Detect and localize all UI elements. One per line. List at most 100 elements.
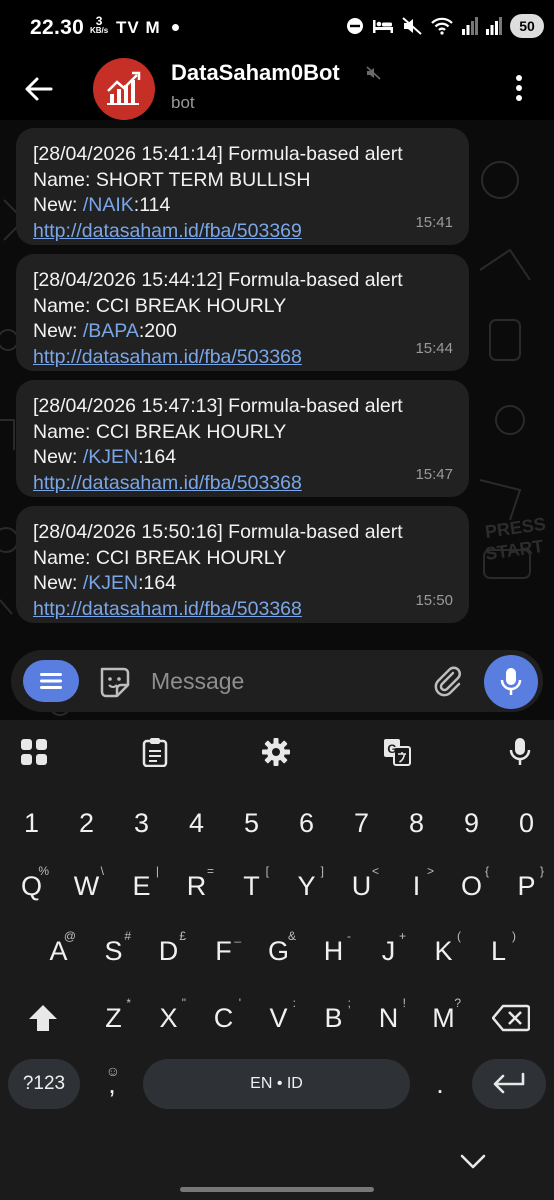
key-hint: * xyxy=(126,996,131,1010)
key-t[interactable]: T[ xyxy=(224,858,279,914)
key-o[interactable]: O{ xyxy=(444,858,499,914)
key-hint: + xyxy=(398,929,406,943)
bot-menu-button[interactable] xyxy=(23,660,79,702)
translate-button[interactable]: G xyxy=(381,736,413,768)
key-s[interactable]: S # xyxy=(86,923,141,979)
key-2[interactable]: 2 xyxy=(59,795,114,851)
apps-grid-button[interactable] xyxy=(18,736,50,768)
bot-avatar[interactable] xyxy=(93,58,155,120)
key-0[interactable]: 0 xyxy=(499,795,554,851)
period-key[interactable]: . xyxy=(418,1059,462,1109)
key-9[interactable]: 9 xyxy=(444,795,499,851)
key-c[interactable]: C ' xyxy=(196,990,251,1046)
message-bubble[interactable]: [28/04/2026 15:50:16] Formula-based aler… xyxy=(16,506,469,623)
key-z[interactable]: Z * xyxy=(86,990,141,1046)
more-options-button[interactable] xyxy=(504,70,534,106)
ticker-command-link[interactable]: /BAPA xyxy=(83,320,139,342)
key-hint: [ xyxy=(265,864,269,878)
ticker-command-link[interactable]: /NAIK xyxy=(83,194,134,216)
home-indicator[interactable] xyxy=(180,1187,374,1192)
enter-key[interactable] xyxy=(472,1059,546,1109)
key-q[interactable]: Q% xyxy=(4,858,59,914)
paperclip-icon[interactable] xyxy=(431,664,463,698)
key-w[interactable]: W \ xyxy=(59,858,114,914)
key-h[interactable]: H- xyxy=(306,923,361,979)
alert-url-link[interactable]: http://datasaham.id/fba/503369 xyxy=(33,220,302,242)
key-label: U xyxy=(351,870,372,901)
key-g[interactable]: G & xyxy=(251,923,306,979)
key-e[interactable]: E | xyxy=(114,858,169,914)
chat-title[interactable]: DataSaham0Bot xyxy=(171,60,340,86)
key-a[interactable]: A @ xyxy=(31,923,86,979)
key-7[interactable]: 7 xyxy=(334,795,389,851)
keyboard: G 1 2 3 4 5 6 7 8 9 0 Q% W \ E | R = T[ Y] … xyxy=(0,720,554,1200)
key-label: W xyxy=(73,870,100,901)
backspace-key[interactable] xyxy=(476,990,546,1046)
battery-indicator: 50 xyxy=(510,14,544,38)
translate-icon: G xyxy=(384,739,411,766)
voice-record-button[interactable] xyxy=(484,655,538,709)
key-u[interactable]: U < xyxy=(334,858,389,914)
key-1[interactable]: 1 xyxy=(4,795,59,851)
message-bubble[interactable]: [28/04/2026 15:44:12] Formula-based aler… xyxy=(16,254,469,371)
key-l[interactable]: L) xyxy=(471,923,526,979)
ticker-value: :164 xyxy=(138,446,177,468)
more-vertical-icon xyxy=(516,75,522,101)
chart-logo-icon xyxy=(107,71,141,105)
key-p[interactable]: P} xyxy=(499,858,554,914)
message-bubble[interactable]: [28/04/2026 15:41:14] Formula-based aler… xyxy=(16,128,469,245)
clipboard-button[interactable] xyxy=(139,736,171,768)
symbols-key[interactable]: ?123 xyxy=(8,1059,80,1109)
message-time: 15:44 xyxy=(415,339,453,357)
key-j[interactable]: J + xyxy=(361,923,416,979)
signal-2-icon xyxy=(486,17,502,35)
key-hint: ' xyxy=(238,996,241,1010)
key-x[interactable]: X " xyxy=(141,990,196,1046)
key-8[interactable]: 8 xyxy=(389,795,444,851)
key-m[interactable]: M? xyxy=(416,990,471,1046)
ticker-value: :114 xyxy=(133,194,171,216)
key-n[interactable]: N! xyxy=(361,990,416,1046)
key-i[interactable]: I > xyxy=(389,858,444,914)
chevron-down-icon[interactable] xyxy=(456,1150,490,1172)
key-f[interactable]: F _ xyxy=(196,923,251,979)
alert-url-link[interactable]: http://datasaham.id/fba/503368 xyxy=(33,346,302,368)
key-label: D xyxy=(158,935,179,966)
key-d[interactable]: D £ xyxy=(141,923,196,979)
clipboard-icon xyxy=(142,738,168,767)
bed-icon xyxy=(373,20,393,33)
menu-lines-icon xyxy=(40,673,62,689)
key-y[interactable]: Y] xyxy=(279,858,334,914)
new-prefix: New: xyxy=(33,446,83,468)
key-r[interactable]: R = xyxy=(169,858,224,914)
message-header: [28/04/2026 15:41:14] Formula-based aler… xyxy=(33,143,403,165)
message-bubble[interactable]: [28/04/2026 15:47:13] Formula-based aler… xyxy=(16,380,469,497)
message-new-line: New: /NAIK:114 xyxy=(33,193,453,219)
alert-url-link[interactable]: http://datasaham.id/fba/503368 xyxy=(33,598,302,620)
sticker-icon[interactable] xyxy=(97,665,133,699)
ticker-command-link[interactable]: /KJEN xyxy=(83,446,138,468)
comma-key[interactable]: , ☺ xyxy=(90,1059,134,1109)
letter-row-2: A @ S # D £ F _ G & H- J + K( L) xyxy=(0,923,554,979)
message-input[interactable] xyxy=(151,660,421,702)
shift-key[interactable] xyxy=(8,990,78,1046)
key-label: G xyxy=(267,935,289,966)
chat-area[interactable]: PRESS START [28/04/2026 15:41:14] Formul… xyxy=(0,120,554,720)
key-v[interactable]: V: xyxy=(251,990,306,1046)
key-k[interactable]: K( xyxy=(416,923,471,979)
alert-url-link[interactable]: http://datasaham.id/fba/503368 xyxy=(33,472,302,494)
key-hint: \ xyxy=(100,864,104,878)
message-alert-name: Name: SHORT TERM BULLISH xyxy=(33,168,311,191)
key-6[interactable]: 6 xyxy=(279,795,334,851)
key-5[interactable]: 5 xyxy=(224,795,279,851)
keyboard-settings-button[interactable] xyxy=(260,736,292,768)
voice-typing-button[interactable] xyxy=(504,736,536,768)
message-header: [28/04/2026 15:47:13] Formula-based aler… xyxy=(33,395,403,417)
back-button[interactable] xyxy=(22,72,56,106)
ticker-command-link[interactable]: /KJEN xyxy=(83,572,138,594)
space-key[interactable]: EN • ID xyxy=(143,1059,410,1109)
key-b[interactable]: B; xyxy=(306,990,361,1046)
key-3[interactable]: 3 xyxy=(114,795,169,851)
mute-icon xyxy=(402,17,422,35)
key-4[interactable]: 4 xyxy=(169,795,224,851)
